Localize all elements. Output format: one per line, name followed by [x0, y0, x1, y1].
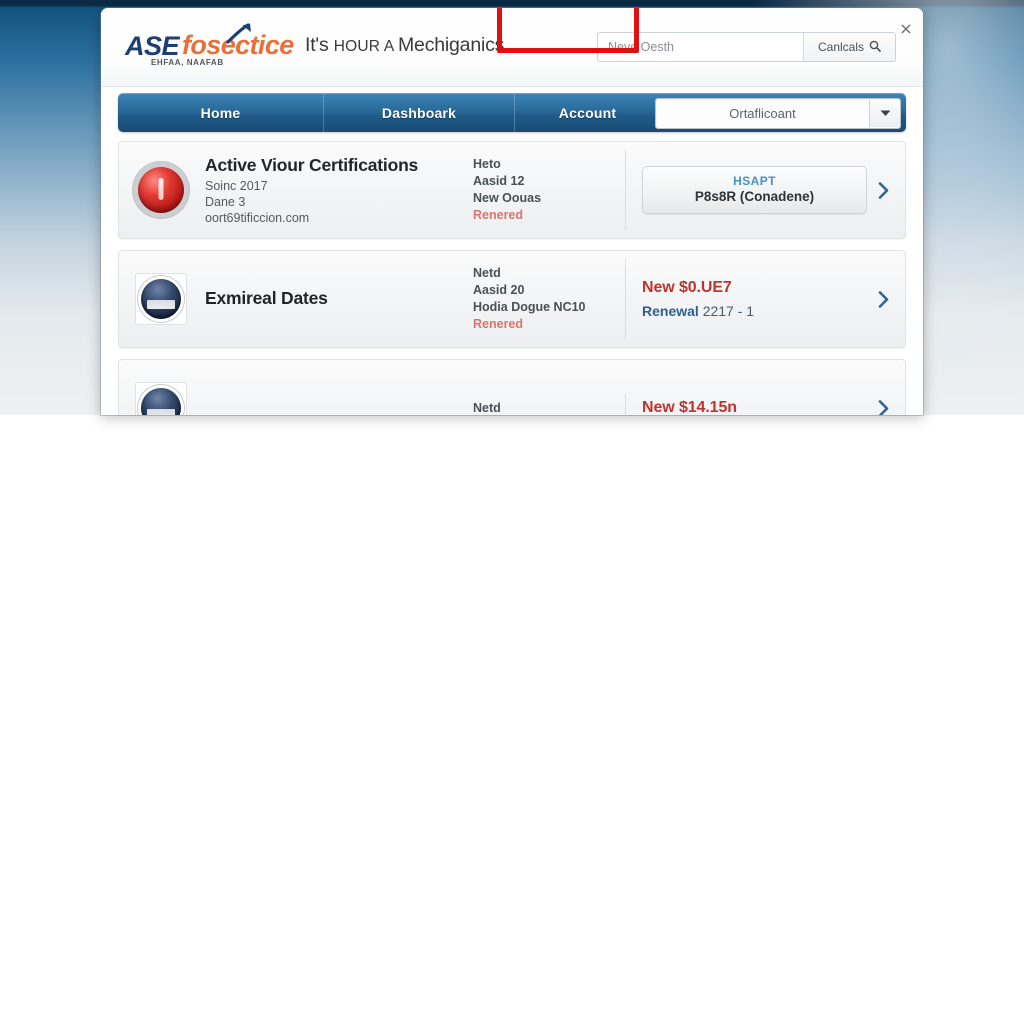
card-action: New $14.15n [626, 397, 905, 415]
renewal-price[interactable]: Renewal 2217 - 1 [642, 303, 867, 319]
action-button-top-label: HSAPT [733, 174, 776, 188]
search-button-label: Canlcals [817, 40, 865, 54]
card-line: Soinc 2017 [205, 178, 268, 193]
brand-subtext: EHFAA, NAAFAB [151, 58, 224, 67]
search-icon [869, 40, 881, 55]
chevron-right-icon[interactable] [875, 288, 891, 310]
meta-line: Heto [473, 157, 501, 171]
up-arrow-icon [224, 22, 254, 44]
brand-logo[interactable]: ASE fosectice EHFAA, NAAFAB [123, 23, 303, 74]
chevron-down-icon[interactable] [869, 100, 900, 127]
search-input[interactable] [598, 33, 803, 61]
price-block: New $14.15n [642, 399, 867, 415]
nav-item-account[interactable]: Account [515, 93, 660, 132]
page-tagline: It's HOUR A Mechiganics [305, 34, 504, 57]
search-button[interactable]: Canlcals [803, 33, 895, 61]
chevron-right-icon[interactable] [875, 397, 891, 415]
status-badge: Renered [473, 317, 524, 331]
certification-list: Active Viour Certifications Soinc 2017 D… [118, 141, 906, 415]
list-item[interactable]: Netd New $14.15n [118, 359, 906, 415]
new-price: New $14.15n [642, 399, 737, 415]
list-item[interactable]: Exmireal Dates Netd Aasid 20 Hodia Dogue… [118, 250, 906, 348]
card-line: oort69tificcion.com [205, 210, 310, 225]
account-select[interactable]: Ortaflicoant [655, 98, 901, 129]
tagline-suffix: Mechiganics [398, 34, 505, 56]
card-meta: Heto Aasid 12 New Oouas Renered [473, 150, 626, 230]
page-blank-area [0, 415, 1024, 1024]
card-action: HSAPT P8s8R (Conadene) [626, 166, 905, 214]
browser-window: × ASE fosectice EHFAA, NAAFAB It's HOUR … [101, 8, 923, 415]
card-meta: Netd [473, 393, 626, 415]
search-bar: Canlcals [597, 32, 896, 62]
card-icon [119, 382, 203, 415]
new-price: New $0.UE7 [642, 279, 732, 296]
meta-line: Netd [473, 266, 501, 280]
card-action: New $0.UE7 Renewal 2217 - 1 [626, 279, 905, 319]
site-header: ASE fosectice EHFAA, NAAFAB It's HOUR A … [101, 8, 923, 87]
meta-line: Netd [473, 400, 501, 415]
meta-line: Aasid 12 [473, 174, 525, 188]
account-select-value: Ortaflicoant [729, 106, 796, 121]
card-main [203, 401, 473, 415]
list-item[interactable]: Active Viour Certifications Soinc 2017 D… [118, 141, 906, 239]
renewal-label: Renewal [642, 303, 703, 319]
navy-seal-icon [135, 273, 187, 325]
seal-icon [135, 382, 187, 415]
close-icon[interactable]: × [896, 19, 916, 39]
red-seal-icon [138, 167, 184, 213]
card-title: Exmireal Dates [205, 287, 328, 308]
main-navigation: Home Dashboark Account Ortaflicoant [118, 93, 906, 132]
card-main: Active Viour Certifications Soinc 2017 D… [203, 149, 473, 232]
chevron-right-icon[interactable] [875, 179, 891, 201]
renewal-value: 2217 - 1 [702, 303, 755, 319]
card-icon [119, 167, 203, 213]
tagline-caps: HOUR A [333, 38, 399, 55]
meta-line: New Oouas [473, 191, 542, 205]
meta-line: Aasid 20 [473, 283, 525, 297]
card-main: Exmireal Dates [203, 282, 473, 317]
card-title: Active Viour Certifications [205, 154, 419, 175]
meta-line: Hodia Dogue NC10 [473, 300, 586, 314]
status-badge: Renered [473, 208, 524, 222]
nav-item-dashboard[interactable]: Dashboark [324, 93, 515, 132]
navy-seal-inner [141, 279, 181, 319]
nav-item-home[interactable]: Home [118, 93, 324, 132]
seal-inner [141, 388, 181, 415]
tagline-prefix: It's [305, 34, 334, 56]
certification-action-button[interactable]: HSAPT P8s8R (Conadene) [642, 166, 867, 214]
price-block: New $0.UE7 Renewal 2217 - 1 [642, 279, 867, 319]
card-line: Dane 3 [205, 194, 246, 209]
card-icon [119, 273, 203, 325]
action-button-sub-label: P8s8R (Conadene) [694, 189, 815, 204]
card-meta: Netd Aasid 20 Hodia Dogue NC10 Renered [473, 259, 626, 339]
